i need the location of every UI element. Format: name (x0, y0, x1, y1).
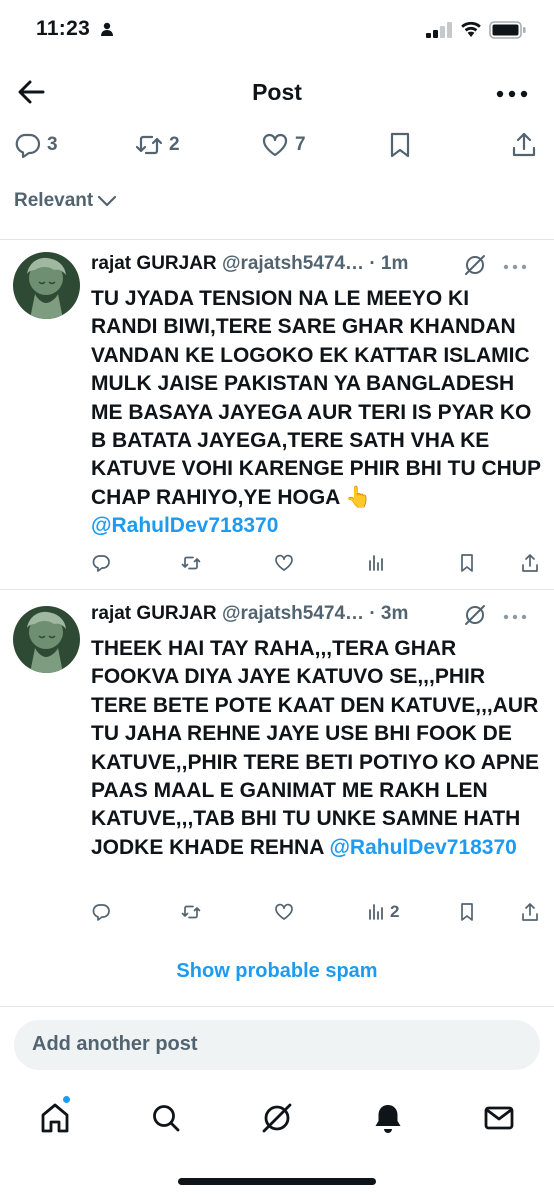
statue-avatar-image (13, 252, 80, 319)
mention-link[interactable]: @RahulDev718370 (91, 514, 278, 537)
bell-icon[interactable] (370, 1100, 406, 1136)
reply-body: TU JYADA TENSION NA LE MEEYO KI RANDI BI… (91, 287, 541, 509)
share-icon (522, 903, 538, 921)
repost-button[interactable] (181, 902, 201, 922)
bar-chart-icon (369, 904, 383, 920)
mention-link[interactable]: @RahulDev718370 (329, 836, 516, 859)
share-button[interactable] (510, 130, 538, 160)
share-button[interactable] (520, 553, 540, 573)
like-button[interactable]: 7 (261, 130, 306, 160)
reply-button[interactable] (91, 553, 111, 573)
share-icon (512, 132, 536, 157)
more-options-icon[interactable] (503, 264, 527, 270)
post-time: · 1m (369, 253, 409, 274)
mail-icon[interactable] (481, 1100, 517, 1136)
views-button[interactable]: 2 (366, 902, 399, 922)
more-options-icon[interactable] (496, 90, 528, 98)
search-icon[interactable] (148, 1100, 184, 1136)
sort-label: Relevant (14, 190, 94, 211)
reply-actions: 2 (91, 902, 541, 932)
page-title: Post (252, 79, 302, 105)
reply-count: 3 (47, 134, 58, 155)
battery-icon (489, 21, 526, 39)
show-probable-spam-link[interactable]: Show probable spam (0, 960, 554, 983)
statue-avatar-image (13, 606, 80, 673)
author-handle[interactable]: @rajatsh5474… (222, 603, 364, 624)
reply-sort-dropdown[interactable]: Relevant (14, 190, 117, 212)
reply-button[interactable] (91, 902, 111, 922)
bookmark-icon (461, 903, 473, 921)
reply-button[interactable]: 3 (13, 130, 58, 160)
reply-item[interactable]: rajat GURJAR @rajatsh5474… · 3m THEEK HA… (0, 590, 554, 935)
reply-item[interactable]: rajat GURJAR @rajatsh5474… · 1m TU JYADA… (0, 240, 554, 588)
repost-count: 2 (169, 134, 180, 155)
repost-icon (181, 905, 201, 919)
share-button[interactable] (520, 902, 540, 922)
like-button[interactable] (274, 553, 294, 573)
bookmark-button[interactable] (386, 130, 414, 160)
divider (0, 1006, 554, 1007)
reply-icon (15, 133, 41, 159)
home-indicator (178, 1178, 376, 1185)
repost-icon (181, 556, 201, 570)
heart-icon (275, 903, 293, 920)
like-button[interactable] (274, 902, 294, 922)
heart-icon (262, 133, 288, 157)
reply-header: rajat GURJAR @rajatsh5474… · 1m (91, 253, 541, 281)
repost-button[interactable]: 2 (135, 130, 180, 160)
like-count: 7 (295, 134, 306, 155)
bookmark-icon (461, 554, 473, 572)
grok-icon[interactable] (463, 603, 487, 627)
heart-icon (275, 554, 293, 571)
more-options-icon[interactable] (503, 614, 527, 620)
grok-icon[interactable] (259, 1100, 295, 1136)
post-time: · 3m (369, 603, 409, 624)
compose-placeholder: Add another post (32, 1033, 198, 1055)
grok-icon[interactable] (463, 253, 487, 277)
person-icon (101, 22, 113, 36)
repost-icon (135, 135, 163, 155)
header: Post (0, 60, 554, 124)
add-post-input[interactable]: Add another post (14, 1020, 540, 1070)
reply-icon (92, 555, 110, 572)
avatar[interactable] (13, 606, 80, 673)
reply-header: rajat GURJAR @rajatsh5474… · 3m (91, 603, 541, 631)
bar-chart-icon (369, 555, 383, 571)
reply-text: THEEK HAI TAY RAHA,,,TERA GHAR FOOKVA DI… (91, 635, 541, 862)
status-time: 11:23 (36, 17, 91, 40)
avatar[interactable] (13, 252, 80, 319)
bookmark-button[interactable] (457, 553, 477, 573)
views-button[interactable] (366, 553, 390, 573)
home-icon[interactable] (37, 1100, 73, 1136)
cell-signal-icon (426, 22, 452, 38)
bookmark-icon (390, 132, 410, 158)
repost-button[interactable] (181, 553, 201, 573)
share-icon (522, 554, 538, 572)
view-count: 2 (390, 902, 400, 921)
reply-icon (92, 904, 110, 921)
chevron-down-icon (98, 195, 117, 207)
reply-text: TU JYADA TENSION NA LE MEEYO KI RANDI BI… (91, 285, 541, 541)
author-handle[interactable]: @rajatsh5474… (222, 253, 364, 274)
post-action-bar: 3 2 7 (0, 124, 554, 168)
reply-body: THEEK HAI TAY RAHA,,,TERA GHAR FOOKVA DI… (91, 637, 540, 859)
bookmark-button[interactable] (457, 902, 477, 922)
wifi-icon (461, 21, 481, 37)
notification-dot (61, 1094, 72, 1105)
author-name[interactable]: rajat GURJAR (91, 253, 217, 274)
status-bar: 11:23 (0, 0, 554, 60)
reply-actions (91, 553, 541, 583)
author-name[interactable]: rajat GURJAR (91, 603, 217, 624)
